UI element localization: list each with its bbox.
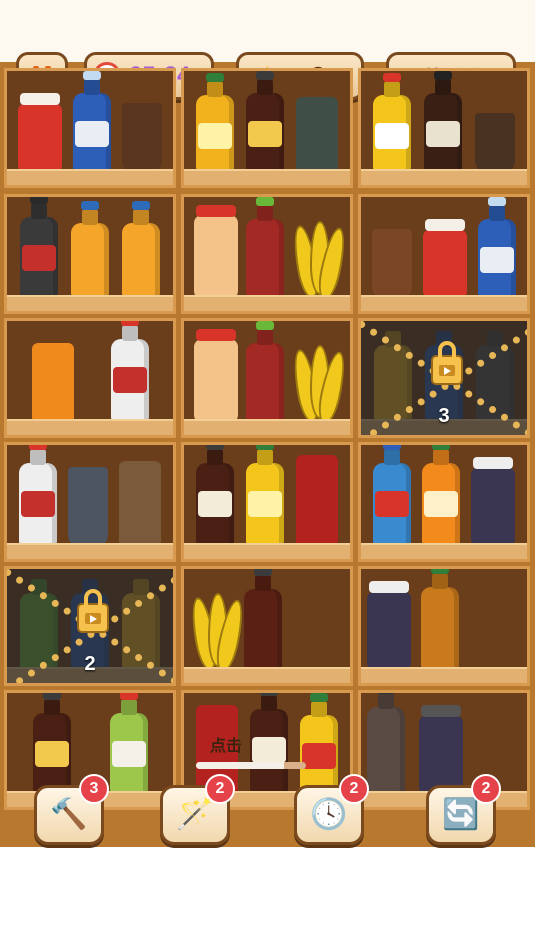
pot-item[interactable]: [121, 103, 162, 173]
chain-lock-overlay[interactable]: 3: [361, 321, 527, 435]
blueberry-jar-item[interactable]: [471, 457, 516, 547]
orange-soda-item[interactable]: [421, 445, 460, 547]
dark-bottle-item[interactable]: [367, 693, 405, 795]
shelf-slot[interactable]: [181, 318, 353, 438]
lock-count: 3: [438, 405, 450, 427]
juice-bottle-item[interactable]: [300, 693, 338, 795]
soda-bottle-item[interactable]: [110, 321, 149, 423]
progress-fill: [196, 762, 284, 769]
clock-icon: 🕓: [310, 797, 348, 832]
progress-bar: [196, 762, 306, 769]
shelf-slot[interactable]: [181, 194, 353, 314]
candy-jar-item[interactable]: [194, 329, 238, 423]
banana-item[interactable]: [289, 219, 350, 303]
bottom-whitespace: [0, 847, 535, 951]
magic-wand-button[interactable]: 🪄 2: [160, 774, 235, 845]
shelf-slot[interactable]: [4, 442, 176, 562]
shuffle-count-badge: 2: [471, 774, 501, 804]
orange-bottle-item[interactable]: [122, 201, 161, 299]
shelf-slot[interactable]: [4, 68, 176, 188]
padlock-video-icon[interactable]: [431, 341, 463, 385]
timer-count-badge: 2: [339, 774, 369, 804]
orange-soda-item[interactable]: [421, 569, 459, 671]
water-bottle-item[interactable]: [72, 71, 111, 173]
shelf-slot[interactable]: [4, 194, 176, 314]
banana-item[interactable]: [187, 591, 248, 675]
shuffle-button[interactable]: 🔄 2: [426, 774, 501, 845]
shelf-slot[interactable]: [358, 442, 530, 562]
shelf-slot[interactable]: [181, 442, 353, 562]
shuffle-icon: 🔄: [442, 797, 480, 832]
orange-bottle-item[interactable]: [70, 201, 109, 299]
soda-bottle-item[interactable]: [18, 445, 57, 547]
chili-jar-item[interactable]: [422, 219, 467, 299]
red-bag-item[interactable]: [296, 455, 338, 547]
hammer-count-badge: 3: [79, 774, 109, 804]
hammer-icon: 🔨: [50, 797, 88, 832]
shelf-slot[interactable]: [181, 566, 353, 686]
shelf-slot[interactable]: [358, 194, 530, 314]
water-bottle-item[interactable]: [477, 197, 516, 299]
locked-shelf-slot[interactable]: 3: [358, 318, 530, 438]
juice-bottle-item[interactable]: [196, 73, 234, 173]
pot-item[interactable]: [372, 229, 413, 299]
shelf-slot[interactable]: [358, 566, 530, 686]
progress-label: 点击: [210, 736, 243, 755]
juice-bottle-item[interactable]: [373, 73, 412, 173]
lock-count: 2: [84, 653, 96, 675]
locked-shelf-slot[interactable]: 2: [4, 566, 176, 686]
blueberry-jar-item[interactable]: [419, 705, 463, 795]
tea-can-item[interactable]: [296, 97, 338, 173]
chain-lock-overlay[interactable]: 2: [7, 569, 173, 683]
sauce-bottle-item[interactable]: [32, 693, 71, 795]
shelf-slot[interactable]: [4, 318, 176, 438]
juice-bottle-item[interactable]: [246, 445, 284, 547]
snack-box-item[interactable]: [119, 461, 162, 547]
ketchup-bottle-item[interactable]: [246, 321, 284, 423]
chili-jar-item[interactable]: [18, 93, 63, 173]
padlock-video-icon[interactable]: [77, 589, 109, 633]
green-bottle-item[interactable]: [109, 693, 148, 795]
sauce-bottle-item[interactable]: [250, 693, 288, 795]
hammer-button[interactable]: 🔨 3: [34, 774, 109, 845]
blue-drink-item[interactable]: [372, 445, 411, 547]
blueberry-jar-item[interactable]: [367, 581, 411, 671]
sauce-bottle-item[interactable]: [196, 445, 234, 547]
cup-item[interactable]: [474, 113, 515, 173]
sauce-bottle-item[interactable]: [423, 71, 462, 173]
cola-bottle-item[interactable]: [19, 197, 58, 299]
sauce-bottle-item[interactable]: [244, 569, 282, 671]
candy-jar-item[interactable]: [194, 205, 238, 299]
magic-wand-count-badge: 2: [205, 774, 235, 804]
banana-item[interactable]: [289, 343, 350, 427]
blender-item[interactable]: [67, 467, 108, 547]
magic-wand-icon: 🪄: [176, 797, 214, 832]
sauce-bottle-item[interactable]: [246, 71, 284, 173]
timer-boost-button[interactable]: 🕓 2: [294, 774, 369, 845]
ketchup-bottle-item[interactable]: [246, 197, 284, 299]
shelf-slot[interactable]: [358, 68, 530, 188]
shelf-slot[interactable]: [181, 68, 353, 188]
chips-can-item[interactable]: [31, 343, 74, 423]
